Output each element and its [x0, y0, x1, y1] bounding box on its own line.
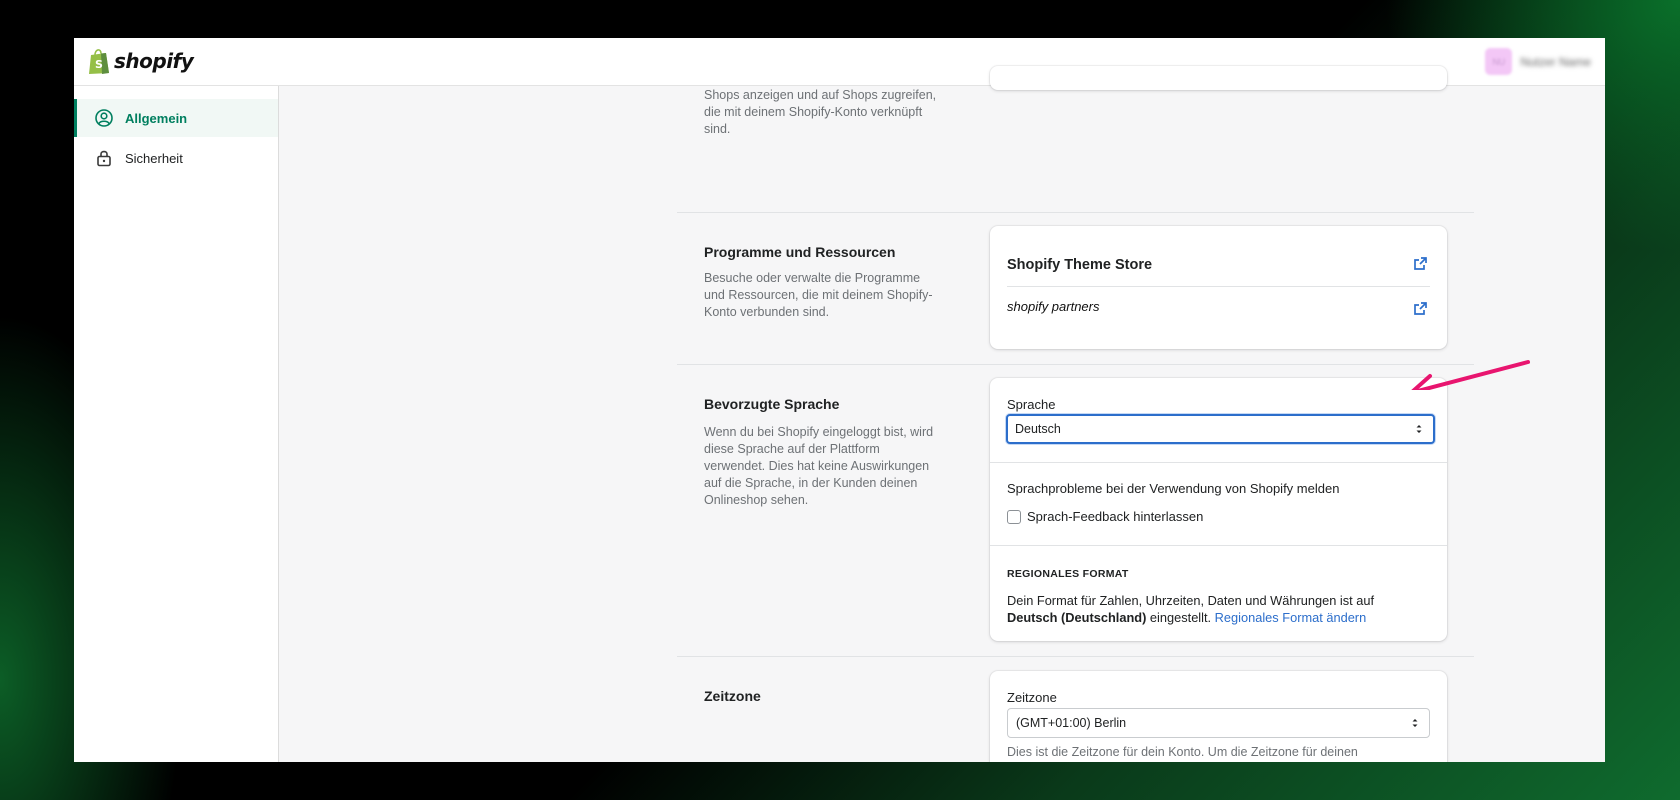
timezone-select[interactable]: (GMT+01:00) Berlin: [1007, 708, 1430, 738]
language-section: Bevorzugte Sprache Wenn du bei Shopify e…: [677, 364, 1474, 656]
timezone-select-value: (GMT+01:00) Berlin: [1016, 716, 1127, 730]
theme-store-link[interactable]: Shopify Theme Store: [1007, 257, 1152, 273]
timezone-card: Zeitzone (GMT+01:00) Berlin Dies ist die…: [990, 671, 1447, 762]
sidebar-item-allgemein[interactable]: Allgemein: [74, 99, 278, 137]
user-name: Nutzer Name: [1520, 54, 1591, 69]
language-select[interactable]: Deutsch: [1006, 414, 1435, 444]
language-feedback-checkbox[interactable]: [1007, 509, 1021, 524]
language-select-value: Deutsch: [1015, 422, 1061, 436]
language-description: Wenn du bei Shopify eingeloggt bist, wir…: [704, 425, 934, 507]
theme-store-row[interactable]: Shopify Theme Store: [1007, 226, 1430, 287]
programs-description: Besuche oder verwalte die Programme und …: [704, 271, 933, 319]
card-divider: [990, 462, 1447, 463]
checkbox-label: Sprach-Feedback hinterlassen: [1027, 509, 1204, 524]
programs-title: Programme und Ressourcen: [704, 244, 896, 260]
regional-format-value: Deutsch (Deutschland): [1007, 610, 1147, 625]
select-caret-icon: [1416, 425, 1422, 433]
programs-section: Programme und Ressourcen Besuche oder ve…: [677, 212, 1474, 364]
timezone-title: Zeitzone: [704, 688, 761, 704]
shops-card: [990, 66, 1447, 90]
user-menu[interactable]: NU Nutzer Name: [1485, 48, 1591, 75]
external-link-icon[interactable]: [1414, 302, 1427, 315]
annotation-arrow-icon: [1411, 360, 1530, 390]
shops-description: Shops anzeigen und auf Shops zugreifen, …: [704, 88, 937, 136]
regional-text-part: Dein Format für Zahlen, Uhrzeiten, Daten…: [1007, 593, 1375, 608]
browser-window: S shopify NU Nutzer Name Allgemein Siche…: [74, 38, 1605, 762]
shopify-logo[interactable]: S shopify: [87, 47, 194, 75]
timezone-section: Zeitzone Zeitzone (GMT+01:00) Berlin Die…: [677, 656, 1474, 762]
regional-format-text: Dein Format für Zahlen, Uhrzeiten, Daten…: [1007, 592, 1427, 626]
external-link-icon[interactable]: [1414, 257, 1427, 270]
main-content: Shops anzeigen und auf Shops zugreifen, …: [279, 66, 1605, 762]
language-card: Sprache Deutsch Sprachprobleme bei der V…: [990, 378, 1447, 641]
svg-text:S: S: [95, 58, 103, 71]
timezone-select-label: Zeitzone: [1007, 690, 1057, 705]
sidebar-item-sicherheit[interactable]: Sicherheit: [74, 139, 278, 177]
regional-text-part: eingestellt.: [1146, 610, 1215, 625]
programs-card: Shopify Theme Store shopify partners: [990, 226, 1447, 349]
timezone-help-text: Dies ist die Zeitzone für dein Konto. Um…: [1007, 745, 1358, 759]
sidebar-item-label: Allgemein: [125, 110, 188, 126]
select-caret-icon: [1412, 719, 1418, 727]
language-title: Bevorzugte Sprache: [704, 396, 840, 412]
lock-icon: [94, 148, 114, 168]
regional-format-heading: REGIONALES FORMAT: [1007, 568, 1129, 580]
language-feedback-checkbox-row[interactable]: Sprach-Feedback hinterlassen: [1007, 509, 1203, 524]
partners-logo[interactable]: shopify partners: [1007, 299, 1100, 314]
logo-text: shopify: [114, 49, 194, 73]
sidebar-item-label: Sicherheit: [125, 150, 183, 166]
language-report-text: Sprachprobleme bei der Verwendung von Sh…: [1007, 481, 1340, 496]
language-select-label: Sprache: [1007, 397, 1056, 412]
card-divider: [990, 545, 1447, 546]
user-circle-icon: [94, 108, 114, 128]
partners-row[interactable]: shopify partners: [1007, 287, 1430, 331]
sidebar: Allgemein Sicherheit: [74, 86, 279, 762]
change-regional-format-link[interactable]: Regionales Format ändern: [1215, 610, 1367, 625]
shopify-bag-icon: S: [89, 49, 109, 74]
avatar: NU: [1485, 48, 1513, 75]
